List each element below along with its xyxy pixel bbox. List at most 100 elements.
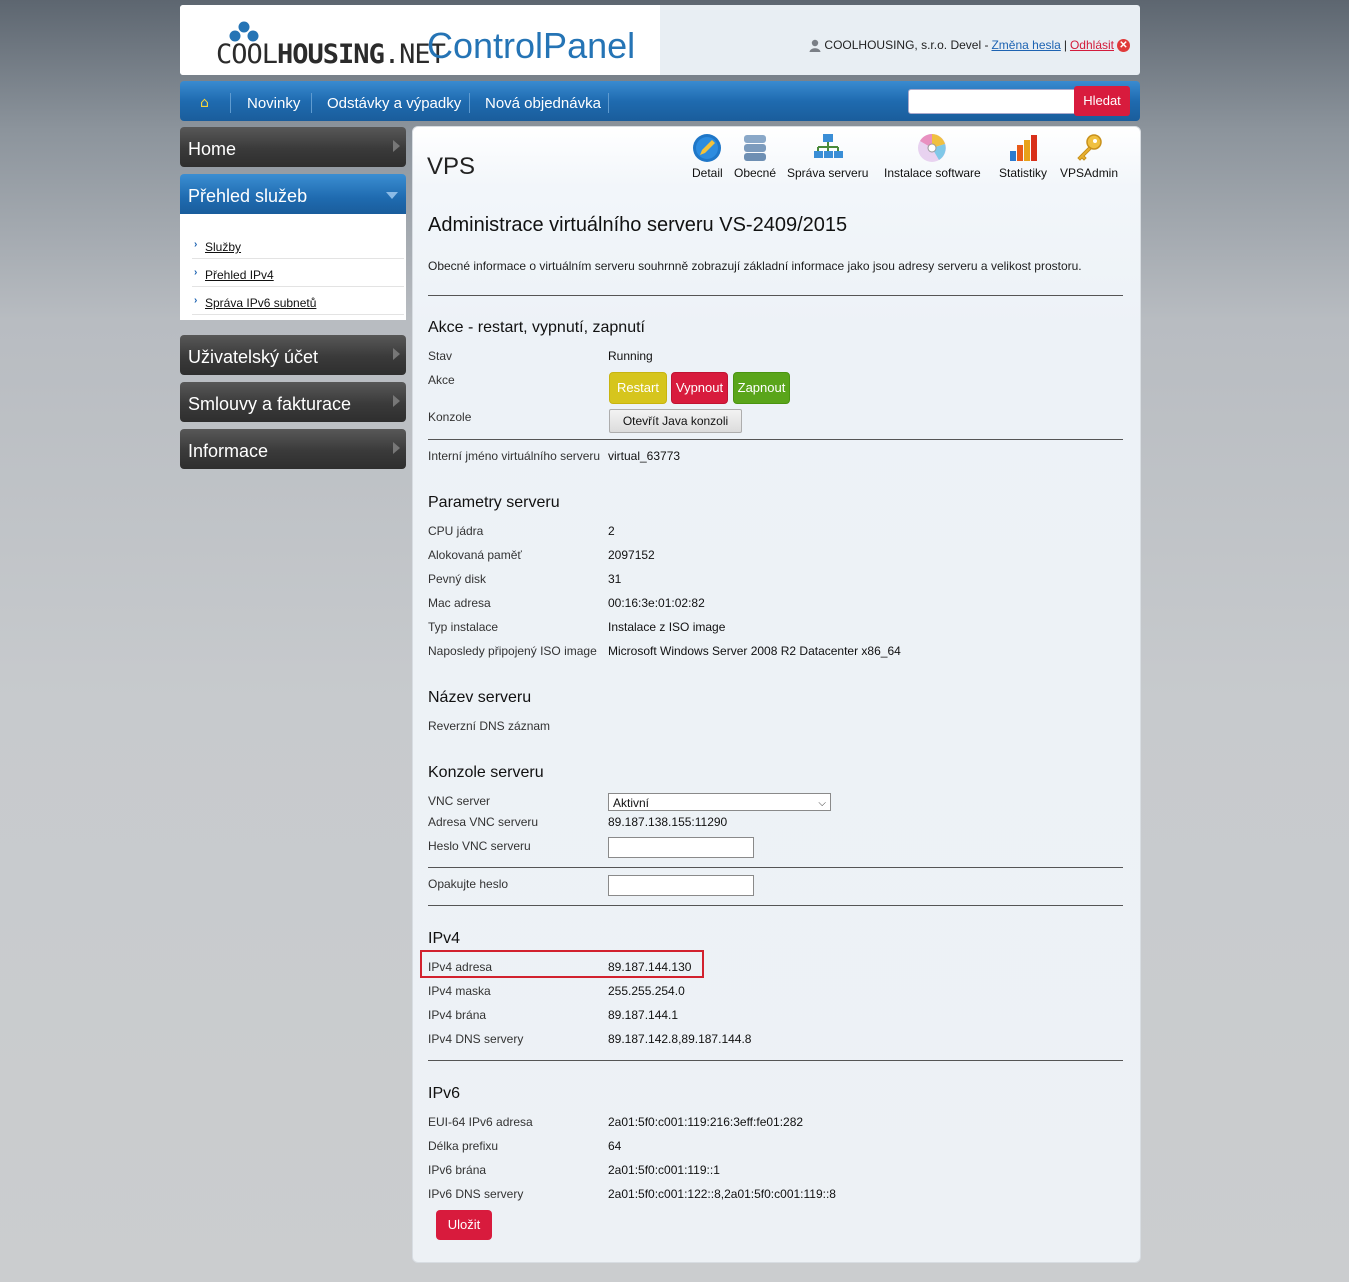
params-heading: Parametry serveru (428, 494, 560, 511)
toolbar-label: Statistiky (999, 166, 1048, 180)
sidebar-item-label: Smlouvy a fakturace (188, 394, 352, 414)
param-label: Naposledy připojený ISO image (428, 644, 597, 658)
divider (428, 867, 1123, 868)
ipv6-label: Délka prefixu (428, 1139, 499, 1153)
search-input[interactable] (908, 89, 1076, 114)
toolbar-statistiky[interactable]: Statistiky (999, 133, 1047, 180)
vnc-select[interactable]: Aktivní ⌵ (608, 793, 831, 811)
param-label: CPU jádra (428, 524, 484, 538)
logout-close-icon[interactable]: ✕ (1117, 38, 1130, 52)
ipv6-heading: IPv6 (428, 1085, 461, 1102)
param-value: Instalace z ISO image (608, 620, 726, 634)
server-heading: Administrace virtuálního serveru VS-2409… (428, 214, 848, 236)
logout-link[interactable]: Odhlásit (1070, 38, 1114, 52)
submenu-link[interactable]: Správa IPv6 subnetů (205, 296, 316, 310)
ipv4-value: 89.187.144.130 (608, 960, 692, 974)
ipv4-value: 89.187.144.1 (608, 1008, 679, 1022)
toolbar-detail[interactable]: Detail (692, 133, 723, 180)
param-label: Pevný disk (428, 572, 487, 586)
divider (428, 295, 1123, 296)
param-label: Typ instalace (428, 620, 499, 634)
status-value: Running (608, 349, 653, 363)
ipv4-label: IPv4 DNS servery (428, 1032, 524, 1046)
vnc-select-value: Aktivní (613, 796, 650, 810)
actions-label: Akce (428, 373, 455, 387)
nav-separator (230, 93, 231, 113)
toolbar-label: Správa serveru (787, 166, 869, 180)
internal-name-value: virtual_63773 (608, 449, 681, 463)
server-description: Obecné informace o virtuálním serveru so… (428, 259, 1082, 273)
chevron-right-icon: › (194, 267, 198, 278)
submenu-link[interactable]: Služby (205, 240, 241, 254)
restart-button[interactable]: Restart (609, 372, 667, 404)
status-label: Stav (428, 349, 453, 363)
sidebar-item-prehled-sluzeb[interactable]: Přehled služeb (180, 174, 406, 214)
sidebar-item-home[interactable]: Home (180, 127, 406, 167)
internal-name-label: Interní jméno virtuálního serveru (428, 449, 601, 463)
toolbar-sprava-serveru[interactable]: Správa serveru (787, 133, 868, 180)
top-navigation: ⌂ Novinky Odstávky a výpadky Nová objedn… (180, 81, 1140, 121)
sidebar-item-label: Uživatelský účet (188, 347, 319, 367)
vnc-repeat-label: Opakujte heslo (428, 877, 509, 891)
nav-item-odstavky[interactable]: Odstávky a výpadky (327, 95, 461, 112)
vnc-label: VNC server (428, 794, 491, 808)
vnc-address-label: Adresa VNC serveru (428, 815, 539, 829)
divider (428, 439, 1123, 440)
sidebar-item-informace[interactable]: Informace (180, 429, 406, 469)
console-heading: Konzole serveru (428, 764, 544, 781)
vnc-repeat-password-input[interactable] (608, 875, 754, 896)
chevron-down-icon: ⌵ (818, 798, 826, 809)
start-button[interactable]: Zapnout (733, 372, 790, 404)
cd-icon (918, 134, 947, 162)
nav-separator (311, 93, 312, 113)
vnc-password-label: Heslo VNC serveru (428, 839, 531, 853)
ipv6-label: EUI-64 IPv6 adresa (428, 1115, 533, 1129)
pencil-icon (693, 134, 722, 162)
submenu-item-sluzby[interactable]: › Služby (192, 231, 404, 259)
ipv6-value: 2a01:5f0:c001:119:216:3eff:fe01:282 (608, 1115, 804, 1129)
ipv4-value: 255.255.254.0 (608, 984, 685, 998)
database-icon (744, 135, 767, 161)
save-button[interactable]: Uložit (436, 1210, 492, 1240)
ipv4-label: IPv4 brána (428, 1008, 487, 1022)
ipv6-value: 2a01:5f0:c001:122::8,2a01:5f0:c001:119::… (608, 1187, 836, 1201)
sidebar-item-uzivatelsky-ucet[interactable]: Uživatelský účet (180, 335, 406, 375)
change-password-link[interactable]: Změna hesla (991, 38, 1060, 52)
console-label: Konzole (428, 410, 472, 424)
toolbar-vpsadmin[interactable]: VPSAdmin (1060, 133, 1118, 180)
nav-item-nova-objednavka[interactable]: Nová objednávka (485, 95, 601, 112)
nav-separator (469, 93, 470, 113)
open-java-console-button[interactable]: Otevřít Java konzoli (609, 409, 742, 433)
vnc-password-input[interactable] (608, 837, 754, 858)
reverse-dns-label: Reverzní DNS záznam (428, 719, 551, 733)
toolbar-obecne[interactable]: Obecné (734, 133, 776, 180)
nav-separator (608, 93, 609, 113)
separator: | (1063, 38, 1067, 52)
home-icon[interactable]: ⌂ (200, 95, 209, 111)
ipv4-heading: IPv4 (428, 930, 461, 947)
chevron-right-icon (393, 140, 400, 152)
vnc-address-value: 89.187.138.155:11290 (608, 815, 728, 829)
submenu-item-prehled-ipv4[interactable]: › Přehled IPv4 (192, 259, 404, 287)
submenu-item-sprava-ipv6[interactable]: › Správa IPv6 subnetů (192, 287, 404, 315)
ipv6-label: IPv6 brána (428, 1163, 487, 1177)
ipv6-label: IPv6 DNS servery (428, 1187, 524, 1201)
sidebar-item-label: Přehled služeb (188, 186, 308, 206)
bar-chart-icon (1010, 135, 1037, 161)
search-button[interactable]: Hledat (1074, 86, 1130, 116)
nav-item-novinky[interactable]: Novinky (247, 95, 300, 112)
chevron-right-icon: › (194, 295, 198, 306)
sidebar-item-smlouvy[interactable]: Smlouvy a fakturace (180, 382, 406, 422)
logo[interactable]: COOLHOUSING.NET ControlPanel (180, 5, 660, 75)
server-name-heading: Název serveru (428, 689, 532, 706)
user-label: COOLHOUSING, s.r.o. Devel - (824, 38, 989, 52)
param-label: Alokovaná paměť (428, 548, 522, 562)
chevron-right-icon (393, 442, 400, 454)
toolbar-instalace-software[interactable]: Instalace software (884, 133, 981, 180)
param-value: Microsoft Windows Server 2008 R2 Datacen… (608, 644, 901, 658)
chevron-down-icon (386, 192, 398, 199)
shutdown-button[interactable]: Vypnout (671, 372, 728, 404)
ipv4-label: IPv4 adresa (428, 960, 493, 974)
submenu-link[interactable]: Přehled IPv4 (205, 268, 274, 282)
network-icon (813, 134, 843, 158)
